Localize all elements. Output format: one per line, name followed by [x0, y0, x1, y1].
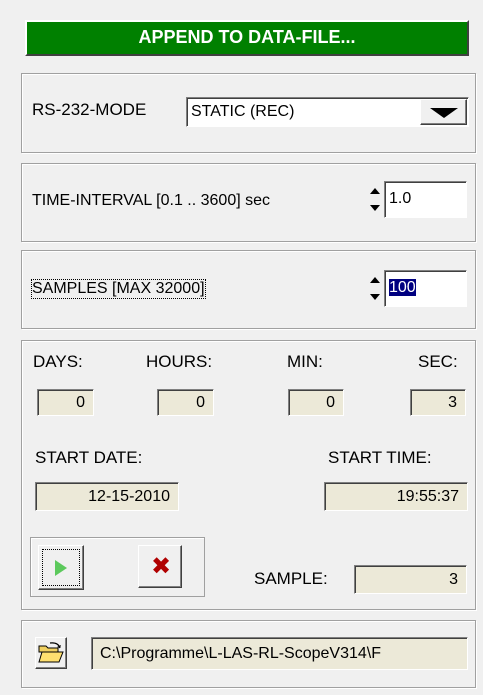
min-label: MIN:: [287, 352, 323, 371]
samples-label: SAMPLES [MAX 32000]: [31, 279, 206, 299]
samples-value: 100: [389, 279, 416, 296]
spin-up-icon[interactable]: [368, 276, 382, 291]
start-time-label: START TIME:: [328, 448, 432, 467]
play-icon: [55, 560, 67, 576]
spin-down-icon[interactable]: [368, 202, 382, 217]
stop-button[interactable]: ✖: [138, 545, 182, 588]
sec-label: SEC:: [418, 352, 458, 371]
hours-value: 0: [196, 394, 205, 411]
sample-display: 3: [354, 565, 467, 594]
sample-label: SAMPLE:: [254, 569, 328, 588]
spin-down-icon[interactable]: [368, 291, 382, 306]
file-path-value: C:\Programme\L-LAS-RL-ScopeV314\F: [100, 645, 381, 662]
samples-spinner[interactable]: [368, 276, 382, 306]
days-label: DAYS:: [33, 352, 83, 371]
sec-value: 3: [448, 394, 457, 411]
rs232-dropdown-button[interactable]: [420, 99, 467, 125]
start-button[interactable]: [38, 545, 84, 590]
min-display: 0: [288, 389, 344, 416]
open-folder-icon: [38, 642, 64, 663]
append-to-datafile-button[interactable]: APPEND TO DATA-FILE...: [25, 20, 469, 56]
hours-display: 0: [157, 389, 214, 416]
time-interval-value: 1.0: [389, 190, 412, 207]
time-interval-label: TIME-INTERVAL [0.1 .. 3600] sec: [32, 192, 271, 209]
samples-input[interactable]: 100: [384, 270, 467, 307]
hours-label: HOURS:: [146, 352, 213, 371]
time-interval-input[interactable]: 1.0: [384, 181, 467, 218]
days-value: 0: [76, 394, 85, 411]
start-time-display: 19:55:37: [324, 482, 468, 511]
min-value: 0: [326, 394, 335, 411]
open-file-button[interactable]: [35, 637, 67, 669]
file-path-display: C:\Programme\L-LAS-RL-ScopeV314\F: [91, 637, 468, 670]
start-date-label: START DATE:: [35, 448, 143, 467]
rs232-mode-value: STATIC (REC): [191, 103, 295, 120]
sample-value: 3: [449, 571, 458, 588]
start-time-value: 19:55:37: [396, 488, 459, 505]
start-date-value: 12-15-2010: [88, 488, 170, 505]
dropdown-arrow-icon: [430, 108, 458, 118]
time-interval-spinner[interactable]: [368, 187, 382, 217]
rs232-label: RS-232-MODE: [32, 100, 147, 119]
spin-up-icon[interactable]: [368, 187, 382, 202]
days-display: 0: [37, 389, 94, 416]
sec-display: 3: [410, 389, 466, 416]
stop-icon: ✖: [151, 552, 172, 580]
append-to-datafile-label: APPEND TO DATA-FILE...: [138, 27, 356, 47]
start-date-display: 12-15-2010: [35, 482, 179, 511]
